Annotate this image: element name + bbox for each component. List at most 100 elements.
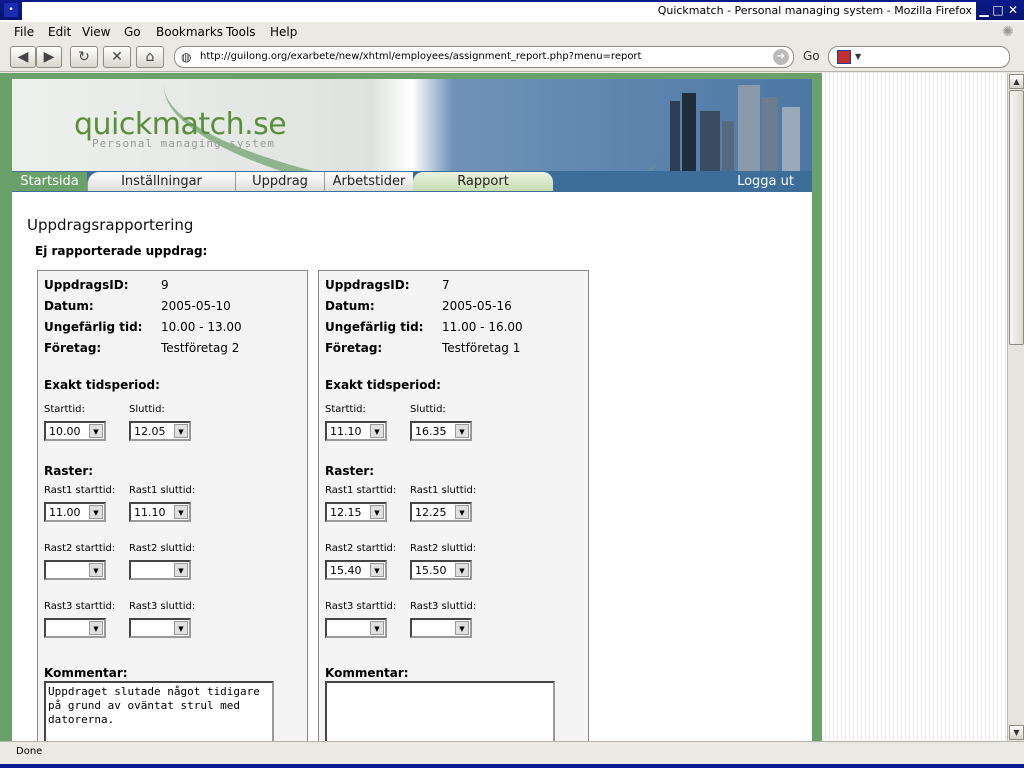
chevron-down-icon[interactable]: ▼ bbox=[855, 52, 861, 61]
menu-go[interactable]: Go bbox=[124, 25, 141, 39]
start-label: Starttid: bbox=[325, 404, 366, 415]
chevron-down-icon[interactable]: ▼ bbox=[174, 621, 188, 635]
chevron-down-icon[interactable]: ▼ bbox=[89, 563, 103, 577]
id-value: 7 bbox=[442, 278, 450, 292]
site-page: quickmatch.se Personal managing system S… bbox=[12, 79, 812, 741]
select-value: 10.00 bbox=[49, 425, 81, 438]
search-input[interactable]: ▼ bbox=[828, 46, 1010, 68]
back-icon[interactable]: ◀ bbox=[10, 46, 36, 68]
break3-start-select[interactable]: ▼ bbox=[325, 618, 387, 638]
maximize-icon[interactable]: □ bbox=[990, 3, 1006, 18]
vertical-scrollbar[interactable]: ▲ ▼ bbox=[1007, 73, 1024, 741]
navigation-toolbar: ◀ ▶ ↻ ✕ ⌂ ◍ http://guilong.org/exarbete/… bbox=[0, 42, 1024, 72]
break3-start-label: Rast3 starttid: bbox=[44, 601, 116, 612]
city-skyline-image bbox=[652, 83, 812, 171]
approx-time-value: 10.00 - 13.00 bbox=[161, 320, 242, 334]
window-menu-icon[interactable]: • bbox=[4, 3, 18, 17]
break1-end-select[interactable]: 11.10 ▼ bbox=[129, 502, 191, 522]
menu-view[interactable]: View bbox=[82, 25, 110, 39]
break1-start-select[interactable]: 11.00 ▼ bbox=[44, 502, 106, 522]
break2-start-select[interactable]: 15.40 ▼ bbox=[325, 560, 387, 580]
forward-icon[interactable]: ▶ bbox=[36, 46, 62, 68]
comment-field[interactable]: Uppdraget slutade något tidigare på grun… bbox=[44, 681, 274, 741]
tab-startsida[interactable]: Startsida bbox=[12, 172, 87, 191]
chevron-down-icon[interactable]: ▼ bbox=[370, 505, 384, 519]
site-header: quickmatch.se Personal managing system bbox=[12, 79, 812, 171]
tab-arbetstider[interactable]: Arbetstider bbox=[324, 172, 413, 191]
break2-start-select[interactable]: ▼ bbox=[44, 560, 106, 580]
url-bar[interactable]: ◍ http://guilong.org/exarbete/new/xhtml/… bbox=[174, 46, 794, 68]
end-time-select[interactable]: 12.05 ▼ bbox=[129, 421, 191, 441]
break2-end-label: Rast2 sluttid: bbox=[410, 543, 477, 554]
chevron-down-icon[interactable]: ▼ bbox=[174, 563, 188, 577]
status-bar: Done bbox=[0, 741, 1024, 768]
start-time-select[interactable]: 10.00 ▼ bbox=[44, 421, 106, 441]
assignment-card: UppdragsID: 9 Datum: 2005-05-10 Ungefärl… bbox=[37, 270, 308, 741]
chevron-down-icon[interactable]: ▼ bbox=[455, 621, 469, 635]
break1-end-label: Rast1 sluttid: bbox=[410, 485, 477, 496]
close-icon[interactable]: ✕ bbox=[1005, 3, 1021, 18]
chevron-down-icon[interactable]: ▼ bbox=[174, 505, 188, 519]
chevron-down-icon[interactable]: ▼ bbox=[455, 424, 469, 438]
menu-edit[interactable]: Edit bbox=[48, 25, 71, 39]
break1-start-select[interactable]: 12.15 ▼ bbox=[325, 502, 387, 522]
company-value: Testföretag 2 bbox=[161, 341, 240, 355]
break2-end-select[interactable]: ▼ bbox=[129, 560, 191, 580]
select-value: 12.25 bbox=[415, 506, 447, 519]
chevron-down-icon[interactable]: ▼ bbox=[370, 424, 384, 438]
menu-tools[interactable]: Tools bbox=[226, 25, 256, 39]
select-value: 16.35 bbox=[415, 425, 447, 438]
date-label: Datum: bbox=[325, 299, 375, 313]
start-label: Starttid: bbox=[44, 404, 85, 415]
date-value: 2005-05-16 bbox=[442, 299, 512, 313]
chevron-down-icon[interactable]: ▼ bbox=[89, 505, 103, 519]
menu-help[interactable]: Help bbox=[270, 25, 297, 39]
date-value: 2005-05-10 bbox=[161, 299, 231, 313]
scroll-up-icon[interactable]: ▲ bbox=[1009, 74, 1024, 89]
comment-field[interactable] bbox=[325, 681, 555, 741]
exact-period-label: Exakt tidsperiod: bbox=[325, 378, 441, 392]
break2-end-select[interactable]: 15.50 ▼ bbox=[410, 560, 472, 580]
stop-icon[interactable]: ✕ bbox=[103, 46, 131, 68]
id-label: UppdragsID: bbox=[325, 278, 410, 292]
scroll-down-icon[interactable]: ▼ bbox=[1009, 725, 1024, 740]
home-icon[interactable]: ⌂ bbox=[136, 46, 164, 68]
chevron-down-icon[interactable]: ▼ bbox=[455, 563, 469, 577]
tab-rapport[interactable]: Rapport bbox=[413, 172, 553, 191]
chevron-down-icon[interactable]: ▼ bbox=[89, 621, 103, 635]
site-tabs: Startsida Inställningar Uppdrag Arbetsti… bbox=[12, 171, 812, 192]
chevron-down-icon[interactable]: ▼ bbox=[370, 621, 384, 635]
scrollbar-thumb[interactable] bbox=[1009, 90, 1024, 345]
chevron-down-icon[interactable]: ▼ bbox=[455, 505, 469, 519]
start-time-select[interactable]: 11.10 ▼ bbox=[325, 421, 387, 441]
menubar: File Edit View Go Bookmarks Tools Help ✺ bbox=[0, 22, 1024, 42]
break1-end-select[interactable]: 12.25 ▼ bbox=[410, 502, 472, 522]
section-title: Ej rapporterade uppdrag: bbox=[35, 244, 208, 258]
comment-label: Kommentar: bbox=[44, 666, 128, 680]
main-content: Uppdragsrapportering Ej rapporterade upp… bbox=[12, 192, 812, 741]
chevron-down-icon[interactable]: ▼ bbox=[174, 424, 188, 438]
tab-installningar[interactable]: Inställningar bbox=[87, 172, 235, 191]
site-favicon-icon: ◍ bbox=[181, 50, 192, 64]
select-value: 12.15 bbox=[330, 506, 362, 519]
window-titlebar: • Quickmatch - Personal managing system … bbox=[0, 0, 1024, 22]
tab-uppdrag[interactable]: Uppdrag bbox=[235, 172, 324, 191]
break3-start-select[interactable]: ▼ bbox=[44, 618, 106, 638]
menu-bookmarks[interactable]: Bookmarks bbox=[156, 25, 223, 39]
go-button[interactable]: Go bbox=[803, 49, 820, 63]
break3-end-select[interactable]: ▼ bbox=[129, 618, 191, 638]
reload-icon[interactable]: ↻ bbox=[70, 46, 98, 68]
chevron-down-icon[interactable]: ▼ bbox=[89, 424, 103, 438]
breaks-label: Raster: bbox=[44, 464, 94, 478]
break3-end-select[interactable]: ▼ bbox=[410, 618, 472, 638]
search-engine-icon[interactable] bbox=[837, 50, 851, 64]
logout-link[interactable]: Logga ut bbox=[737, 172, 794, 191]
menu-file[interactable]: File bbox=[14, 25, 34, 39]
end-time-select[interactable]: 16.35 ▼ bbox=[410, 421, 472, 441]
window-title: Quickmatch - Personal managing system - … bbox=[657, 4, 972, 17]
approx-time-label: Ungefärlig tid: bbox=[44, 320, 143, 334]
go-arrow-icon[interactable]: ➜ bbox=[773, 49, 789, 65]
url-text[interactable]: http://guilong.org/exarbete/new/xhtml/em… bbox=[200, 51, 641, 62]
chevron-down-icon[interactable]: ▼ bbox=[370, 563, 384, 577]
page-border-left bbox=[0, 73, 12, 741]
